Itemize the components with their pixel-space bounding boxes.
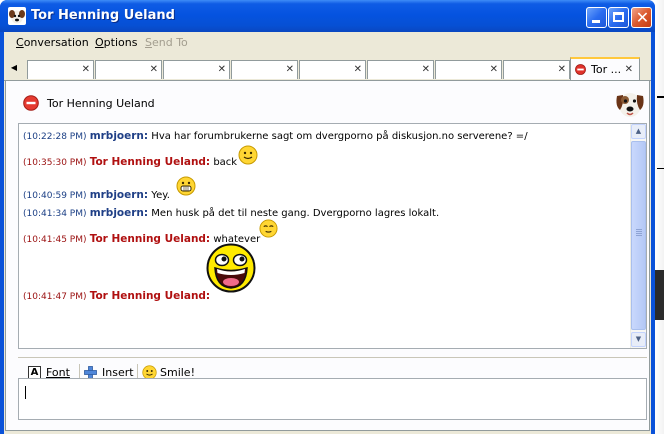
tab-conversation[interactable]: ✕ <box>367 60 434 79</box>
contact-name: Tor Henning Ueland <box>47 97 155 110</box>
chat-history[interactable]: (10:22:28 PM) mrbjoern: Hva har forumbru… <box>18 123 647 349</box>
tab-conversation[interactable]: ✕ <box>231 60 298 79</box>
menu-bar: Conversation Options Send To <box>4 32 651 54</box>
desktop-background <box>655 0 664 434</box>
tab-scroll-left-icon[interactable]: ◀ <box>6 59 22 77</box>
message-sender[interactable]: mrbjoern: <box>90 207 148 219</box>
tab-close-icon[interactable]: ✕ <box>625 64 633 76</box>
tab-conversation[interactable]: ✕ <box>163 60 230 79</box>
message-log: (10:22:28 PM) mrbjoern: Hva har forumbru… <box>19 124 630 348</box>
tab-label: Tor ... <box>591 63 622 76</box>
tab-conversation[interactable]: ✕ <box>435 60 502 79</box>
message-text: Yey. <box>151 190 170 201</box>
minimize-icon <box>592 20 600 23</box>
message-row: (10:22:28 PM) mrbjoern: Hva har forumbru… <box>23 130 528 142</box>
menu-conversation[interactable]: Conversation <box>16 36 89 49</box>
tab-conversation[interactable]: ✕ <box>27 60 94 79</box>
tab-close-icon[interactable]: ✕ <box>286 64 294 76</box>
menu-send-to[interactable]: Send To <box>145 36 188 49</box>
message-row: (10:35:30 PM) Tor Henning Ueland: back <box>23 156 237 168</box>
message-row: (10:41:47 PM) Tor Henning Ueland: <box>23 290 210 302</box>
meh-icon <box>259 219 278 238</box>
dog-app-icon[interactable] <box>8 7 26 25</box>
text-caret <box>25 386 26 399</box>
tab-active-conversation[interactable]: Tor ... ✕ <box>570 57 640 80</box>
stop-icon <box>575 64 586 75</box>
message-text: Hva har forumbrukerne sagt om dvergporno… <box>151 131 528 142</box>
message-timestamp: (10:40:59 PM) <box>23 191 87 201</box>
message-sender[interactable]: Tor Henning Ueland: <box>90 156 210 168</box>
tab-close-icon[interactable]: ✕ <box>150 64 158 76</box>
menu-send-to-rest: end To <box>151 36 188 49</box>
awesome-face-icon <box>206 243 256 293</box>
scroll-up-icon[interactable]: ▲ <box>631 124 646 139</box>
message-timestamp: (10:41:47 PM) <box>23 292 87 302</box>
tab-strip: ◀ ✕ ✕ ✕ ✕ ✕ ✕ ✕ ✕ Tor ... ✕ <box>4 54 651 81</box>
close-button[interactable]: ✕ <box>631 7 652 28</box>
message-text: back <box>213 157 238 168</box>
tab-close-icon[interactable]: ✕ <box>218 64 226 76</box>
tab-close-icon[interactable]: ✕ <box>558 64 566 76</box>
message-sender[interactable]: mrbjoern: <box>90 130 148 142</box>
stop-icon <box>23 95 39 111</box>
title-bar[interactable]: Tor Henning Ueland ✕ <box>0 0 655 32</box>
message-timestamp: (10:41:34 PM) <box>23 209 87 219</box>
message-sender[interactable]: Tor Henning Ueland: <box>90 233 210 245</box>
tab-close-icon[interactable]: ✕ <box>422 64 430 76</box>
grin-icon <box>176 176 196 196</box>
tab-close-icon[interactable]: ✕ <box>82 64 90 76</box>
menu-options-rest: ptions <box>103 36 138 49</box>
message-sender[interactable]: mrbjoern: <box>90 189 148 201</box>
message-text: Men husk på det til neste gang. Dvergpor… <box>151 208 440 219</box>
menu-conversation-rest: onversation <box>23 36 89 49</box>
dog-avatar-icon[interactable] <box>614 86 646 120</box>
window-title: Tor Henning Ueland <box>31 8 175 23</box>
message-timestamp: (10:41:45 PM) <box>23 235 87 245</box>
conversation-window: Tor Henning Ueland ✕ Conversation Option… <box>0 0 655 434</box>
close-icon: ✕ <box>635 8 650 27</box>
maximize-icon <box>613 12 624 22</box>
chat-scrollbar[interactable]: ▲ ▼ <box>630 124 646 348</box>
tab-conversation[interactable]: ✕ <box>95 60 162 79</box>
tab-conversation[interactable]: ✕ <box>299 60 366 79</box>
tab-close-icon[interactable]: ✕ <box>490 64 498 76</box>
message-row: (10:41:34 PM) mrbjoern: Men husk på det … <box>23 207 439 219</box>
tab-close-icon[interactable]: ✕ <box>354 64 362 76</box>
tab-conversation[interactable]: ✕ <box>503 60 570 79</box>
window-client: Conversation Options Send To ◀ ✕ ✕ ✕ ✕ ✕… <box>4 32 651 434</box>
contact-header: Tor Henning Ueland <box>6 81 649 125</box>
conversation-panel: Tor Henning Ueland (10:22:28 PM) mrbjoer… <box>5 81 650 431</box>
minimize-button[interactable] <box>586 7 607 28</box>
message-timestamp: (10:35:30 PM) <box>23 158 87 168</box>
message-sender[interactable]: Tor Henning Ueland: <box>90 290 210 302</box>
scrollbar-thumb[interactable] <box>631 141 646 330</box>
maximize-button[interactable] <box>608 7 629 28</box>
smile-icon <box>238 145 258 165</box>
message-timestamp: (10:22:28 PM) <box>23 132 87 142</box>
message-input[interactable] <box>18 378 647 420</box>
menu-options[interactable]: Options <box>95 36 137 49</box>
message-row: (10:40:59 PM) mrbjoern: Yey. <box>23 189 170 201</box>
scroll-down-icon[interactable]: ▼ <box>631 332 646 347</box>
